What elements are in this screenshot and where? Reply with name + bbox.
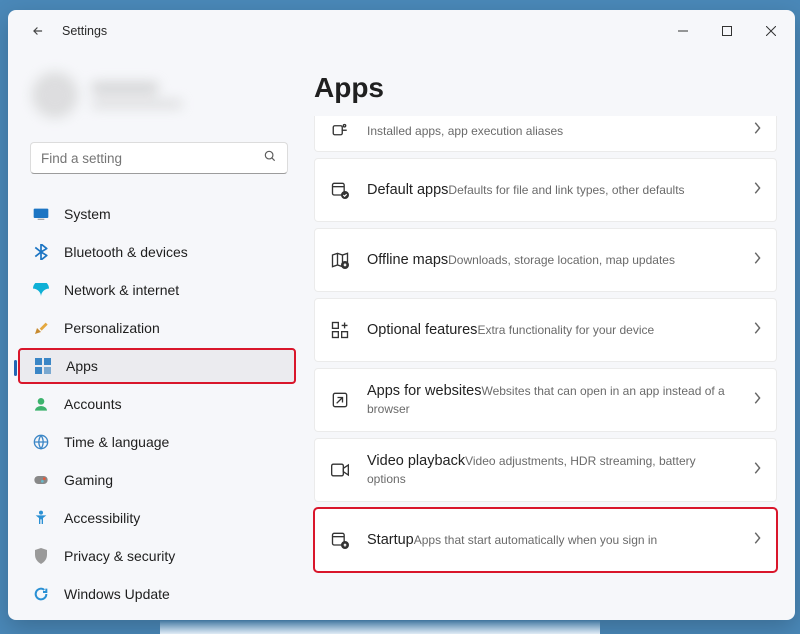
card-default-apps[interactable]: Default appsDefaults for file and link t…: [314, 158, 777, 222]
sidebar-item-privacy[interactable]: Privacy & security: [18, 538, 296, 574]
optional-features-icon: [329, 320, 351, 340]
account-text: [92, 82, 182, 108]
close-button[interactable]: [749, 18, 793, 44]
chevron-right-icon: [752, 461, 762, 480]
avatar: [32, 72, 78, 118]
accounts-icon: [32, 396, 50, 412]
main-content: Apps Installed apps, app execution alias…: [306, 52, 795, 620]
sidebar-item-label: Accounts: [64, 396, 122, 412]
nav-list: System Bluetooth & devices Network & int…: [8, 188, 306, 612]
accessibility-icon: [32, 510, 50, 526]
chevron-right-icon: [752, 181, 762, 200]
startup-icon: [329, 530, 351, 550]
sidebar-item-accounts[interactable]: Accounts: [18, 386, 296, 422]
card-video-playback[interactable]: Video playbackVideo adjustments, HDR str…: [314, 438, 777, 502]
minimize-button[interactable]: [661, 18, 705, 44]
settings-window: Settings: [8, 10, 795, 620]
window-title: Settings: [62, 24, 107, 38]
windows-update-icon: [32, 586, 50, 602]
system-icon: [32, 207, 50, 221]
taskbar-edge: [160, 620, 600, 634]
search-input[interactable]: [41, 151, 263, 166]
card-title: Offline maps: [367, 252, 448, 268]
sidebar-item-label: Privacy & security: [64, 548, 175, 564]
card-offline-maps[interactable]: Offline mapsDownloads, storage location,…: [314, 228, 777, 292]
page-title: Apps: [314, 72, 777, 104]
sidebar-item-label: Bluetooth & devices: [64, 244, 188, 260]
chevron-right-icon: [752, 251, 762, 270]
card-apps-for-websites[interactable]: Apps for websitesWebsites that can open …: [314, 368, 777, 432]
card-subtitle: Defaults for file and link types, other …: [448, 183, 684, 197]
account-block[interactable]: [8, 66, 306, 132]
card-startup[interactable]: StartupApps that start automatically whe…: [314, 508, 777, 572]
close-icon: [766, 26, 776, 36]
card-title: Apps for websites: [367, 383, 481, 399]
card-title: Startup: [367, 532, 414, 548]
sidebar-item-label: Personalization: [64, 320, 160, 336]
sidebar-item-gaming[interactable]: Gaming: [18, 462, 296, 498]
sidebar-item-apps[interactable]: Apps: [18, 348, 296, 384]
card-title: Video playback: [367, 453, 465, 469]
minimize-icon: [678, 26, 688, 36]
chevron-right-icon: [752, 391, 762, 410]
sidebar-item-network[interactable]: Network & internet: [18, 272, 296, 308]
card-subtitle: Extra functionality for your device: [477, 323, 654, 337]
search-icon: [263, 149, 277, 168]
arrow-left-icon: [31, 24, 45, 38]
sidebar-item-label: Network & internet: [64, 282, 179, 298]
sidebar-item-label: System: [64, 206, 111, 222]
search-box[interactable]: [30, 142, 288, 174]
sidebar-item-accessibility[interactable]: Accessibility: [18, 500, 296, 536]
chevron-right-icon: [752, 531, 762, 550]
maximize-icon: [722, 26, 732, 36]
apps-websites-icon: [329, 390, 351, 410]
settings-cards: Installed apps, app execution aliases De…: [314, 116, 777, 572]
card-subtitle: Downloads, storage location, map updates: [448, 253, 675, 267]
card-title: Default apps: [367, 182, 448, 198]
sidebar: System Bluetooth & devices Network & int…: [8, 52, 306, 620]
maximize-button[interactable]: [705, 18, 749, 44]
card-title: Optional features: [367, 322, 477, 338]
sidebar-item-label: Accessibility: [64, 510, 140, 526]
sidebar-item-label: Time & language: [64, 434, 169, 450]
offline-maps-icon: [329, 250, 351, 270]
gaming-icon: [32, 473, 50, 487]
sidebar-item-windows-update[interactable]: Windows Update: [18, 576, 296, 612]
bluetooth-icon: [32, 244, 50, 260]
network-icon: [32, 283, 50, 297]
apps-icon: [34, 358, 52, 374]
privacy-icon: [32, 548, 50, 564]
card-advanced[interactable]: Installed apps, app execution aliases: [314, 116, 777, 152]
advanced-icon: [329, 122, 351, 140]
sidebar-item-system[interactable]: System: [18, 196, 296, 232]
time-language-icon: [32, 434, 50, 450]
chevron-right-icon: [752, 121, 762, 140]
card-subtitle: Apps that start automatically when you s…: [414, 533, 657, 547]
sidebar-item-label: Windows Update: [64, 586, 170, 602]
personalization-icon: [32, 320, 50, 336]
video-playback-icon: [329, 461, 351, 479]
sidebar-item-personalization[interactable]: Personalization: [18, 310, 296, 346]
sidebar-item-label: Apps: [66, 358, 98, 374]
default-apps-icon: [329, 180, 351, 200]
sidebar-item-label: Gaming: [64, 472, 113, 488]
card-subtitle: Installed apps, app execution aliases: [367, 124, 563, 138]
titlebar: Settings: [8, 10, 795, 52]
chevron-right-icon: [752, 321, 762, 340]
sidebar-item-time-language[interactable]: Time & language: [18, 424, 296, 460]
back-button[interactable]: [24, 24, 52, 38]
card-optional-features[interactable]: Optional featuresExtra functionality for…: [314, 298, 777, 362]
sidebar-item-bluetooth[interactable]: Bluetooth & devices: [18, 234, 296, 270]
window-controls: [661, 18, 793, 44]
